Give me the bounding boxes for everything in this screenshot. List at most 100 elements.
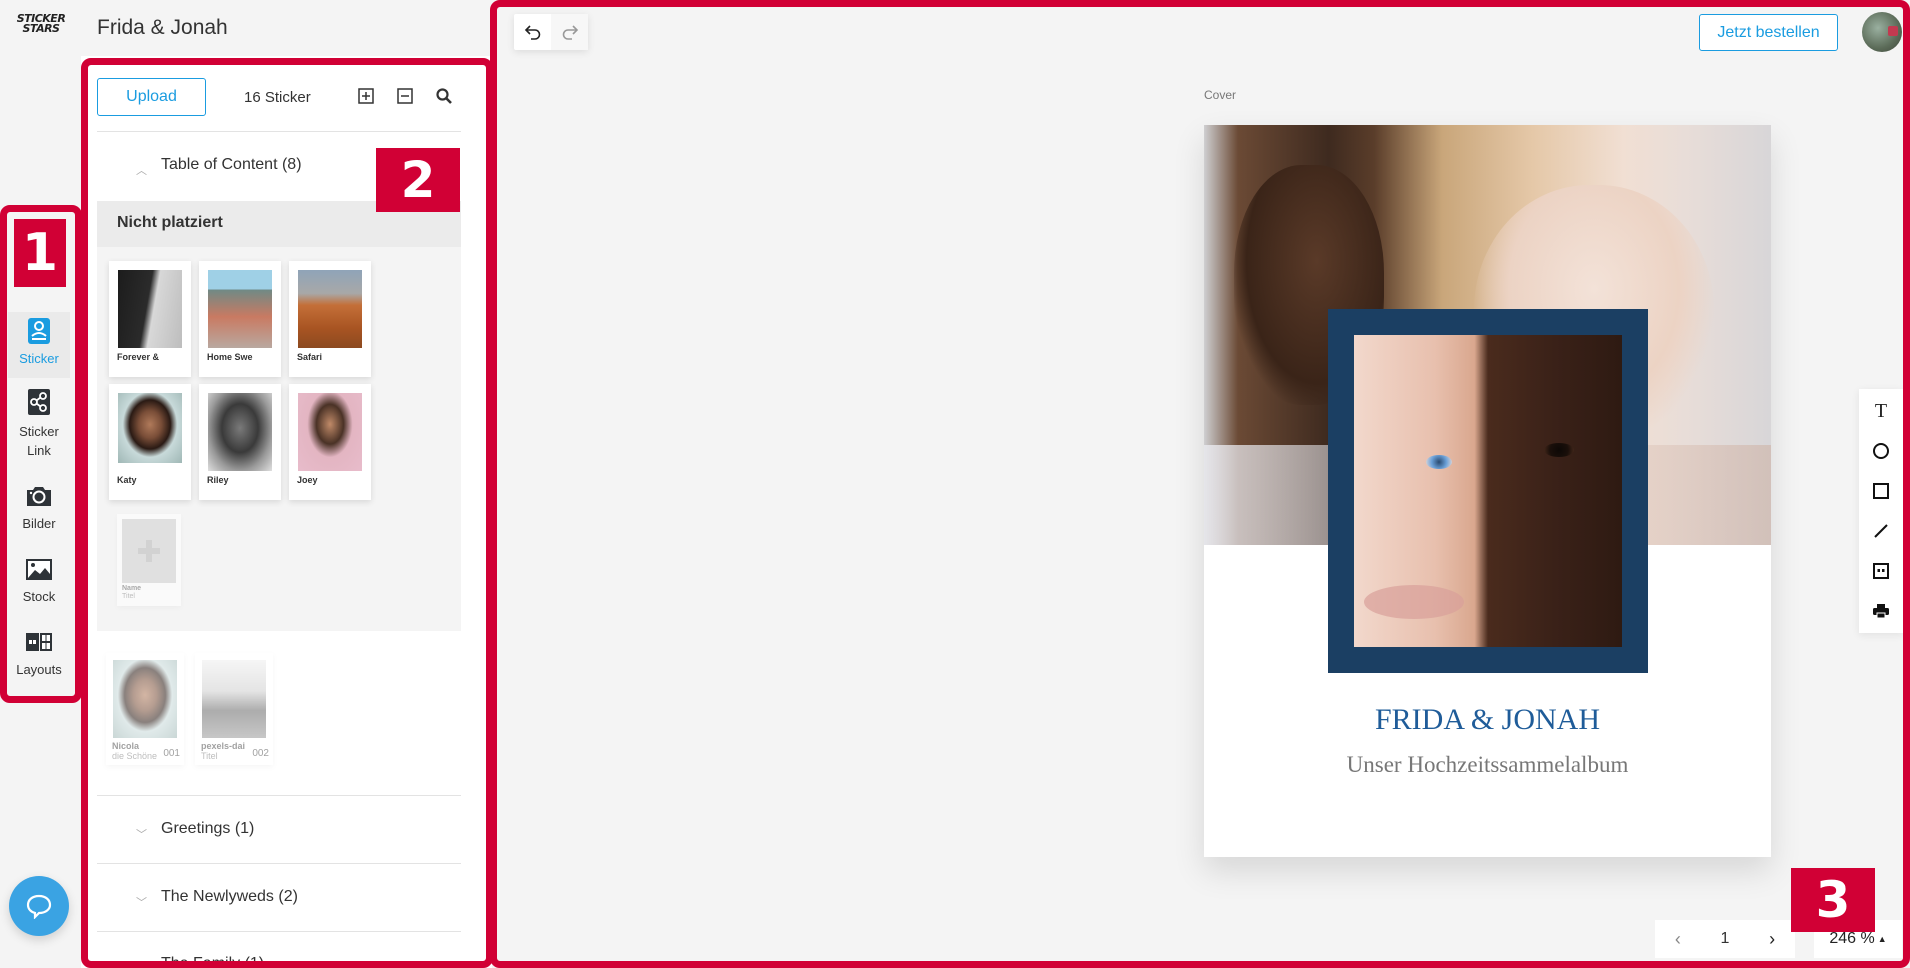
sticker-card[interactable]: Home Swe xyxy=(199,261,281,377)
avatar-detail xyxy=(1888,26,1898,36)
sticker-photo xyxy=(118,393,182,463)
sticker-name: Safari xyxy=(297,352,323,362)
divider xyxy=(97,131,461,132)
rectangle-tool[interactable] xyxy=(1859,471,1903,511)
photo-detail xyxy=(1544,443,1574,457)
framed-photo xyxy=(1354,335,1622,647)
chat-button[interactable] xyxy=(9,876,69,936)
sticker-number: 002 xyxy=(252,748,269,759)
cover-page[interactable]: FRIDA & JONAH Unser Hochzeitssammelalbum xyxy=(1204,125,1771,857)
cover-title[interactable]: FRIDA & JONAH xyxy=(1204,703,1771,737)
user-avatar[interactable] xyxy=(1862,12,1902,52)
sticker-name: Forever & xyxy=(117,352,160,362)
undo-icon xyxy=(524,25,540,40)
rectangle-tool-icon xyxy=(1873,483,1889,499)
sticker-number: 001 xyxy=(163,748,180,759)
element-toolbar: T xyxy=(1859,389,1903,633)
sticker-subtitle: die Schöne xyxy=(112,751,158,761)
sticker-photo xyxy=(118,270,182,348)
section-label: The Newlyweds (2) xyxy=(161,888,298,905)
placed-sticker-card[interactable]: pexels-dai Titel 002 xyxy=(195,653,273,765)
order-now-button[interactable]: Jetzt bestellen xyxy=(1699,14,1838,51)
frame-tool[interactable] xyxy=(1859,551,1903,591)
sticker-card[interactable]: Joey xyxy=(289,384,371,500)
page-number[interactable]: 1 xyxy=(1721,930,1730,948)
chat-bubble-icon xyxy=(26,894,52,919)
editor-canvas[interactable]: Jetzt bestellen Cover FRIDA & JONAH Unse… xyxy=(492,0,1910,968)
placeholder-name: Name xyxy=(122,585,142,592)
rail-item-layouts[interactable]: Layouts xyxy=(8,628,70,677)
rail-item-label: Sticker xyxy=(19,351,59,366)
rail-item-label: Stock xyxy=(22,589,56,604)
annotation-badge-1: 1 xyxy=(14,219,66,287)
image-icon xyxy=(26,559,52,580)
section-label: The Family (1) xyxy=(161,955,265,968)
redo-button[interactable] xyxy=(551,14,588,50)
sticker-photo xyxy=(208,270,272,348)
annotation-badge-2: 2 xyxy=(376,148,460,212)
print-tool[interactable] xyxy=(1859,591,1903,631)
plus-icon xyxy=(138,540,160,562)
share-icon xyxy=(28,389,50,415)
undo-button[interactable] xyxy=(514,14,551,50)
placed-sticker-card[interactable]: Nicola die Schöne 001 xyxy=(106,653,184,765)
text-tool[interactable]: T xyxy=(1859,391,1903,431)
sticker-name: Home Swe xyxy=(207,352,253,362)
sticker-photo xyxy=(298,270,362,348)
sticker-photo xyxy=(113,660,177,738)
chevron-down-icon: ﹀ xyxy=(136,897,147,909)
line-tool[interactable] xyxy=(1859,511,1903,551)
sticker-name: Joey xyxy=(297,475,318,485)
rail-item-stock[interactable]: Stock xyxy=(8,555,70,604)
sticker-card[interactable]: Safari xyxy=(289,261,371,377)
section-label: Greetings (1) xyxy=(161,820,255,837)
rail-item-label: Sticker Link xyxy=(19,424,59,458)
page-label: Cover xyxy=(1204,88,1237,102)
cover-subtitle[interactable]: Unser Hochzeitssammelalbum xyxy=(1204,752,1771,778)
sticker-photo xyxy=(298,393,362,471)
collapse-all-icon[interactable] xyxy=(396,87,414,105)
annotation-badge-3: 3 xyxy=(1791,868,1875,932)
add-sticker-card[interactable]: Name Titel xyxy=(117,514,181,606)
history-controls xyxy=(514,14,588,50)
layouts-icon xyxy=(26,633,52,651)
sticker-card[interactable]: Riley xyxy=(199,384,281,500)
photo-detail xyxy=(1364,585,1464,619)
rail-item-sticker[interactable]: Sticker xyxy=(8,312,70,378)
sticker-card[interactable]: Katy xyxy=(109,384,191,500)
redo-icon xyxy=(562,25,578,40)
sticker-stars-logo[interactable]: STICKER STARS xyxy=(14,13,68,34)
page-navigator: ‹ 1 › xyxy=(1655,920,1795,958)
previous-page-button[interactable]: ‹ xyxy=(1675,929,1681,950)
sticker-card[interactable]: Forever & xyxy=(109,261,191,377)
photo-frame[interactable] xyxy=(1328,309,1648,673)
unplaced-group: Nicht platziert Forever & Home Swe Safar… xyxy=(97,201,461,631)
text-tool-icon: T xyxy=(1874,399,1888,422)
chevron-up-icon: ︿ xyxy=(136,165,147,177)
rail-item-label: Bilder xyxy=(22,516,56,531)
search-icon[interactable] xyxy=(435,87,453,105)
sticker-photo xyxy=(202,660,266,738)
expand-all-icon[interactable] xyxy=(357,87,375,105)
placeholder-title: Titel xyxy=(122,593,135,600)
caret-up-icon: ▲ xyxy=(1877,934,1887,944)
project-title: Frida & Jonah xyxy=(97,16,228,39)
frame-tool-icon xyxy=(1873,563,1889,579)
sticker-subtitle: Titel xyxy=(201,751,218,761)
camera-icon xyxy=(27,487,51,506)
sticker-icon xyxy=(28,318,50,344)
rail-item-label: Layouts xyxy=(16,662,62,677)
circle-tool[interactable] xyxy=(1859,431,1903,471)
rail-item-bilder[interactable]: Bilder xyxy=(8,482,70,531)
upload-button[interactable]: Upload xyxy=(97,78,206,116)
zoom-level: 246 % xyxy=(1829,930,1875,947)
next-page-button[interactable]: › xyxy=(1769,929,1775,950)
print-icon xyxy=(1873,604,1889,619)
photo-detail xyxy=(1426,455,1452,469)
line-tool-icon xyxy=(1874,524,1888,538)
sticker-name: Katy xyxy=(117,475,137,485)
rail-item-sticker-link[interactable]: Sticker Link xyxy=(8,388,70,460)
divider xyxy=(97,795,461,796)
sticker-name: Nicola xyxy=(112,741,140,751)
chevron-down-icon: ﹀ xyxy=(136,829,147,841)
